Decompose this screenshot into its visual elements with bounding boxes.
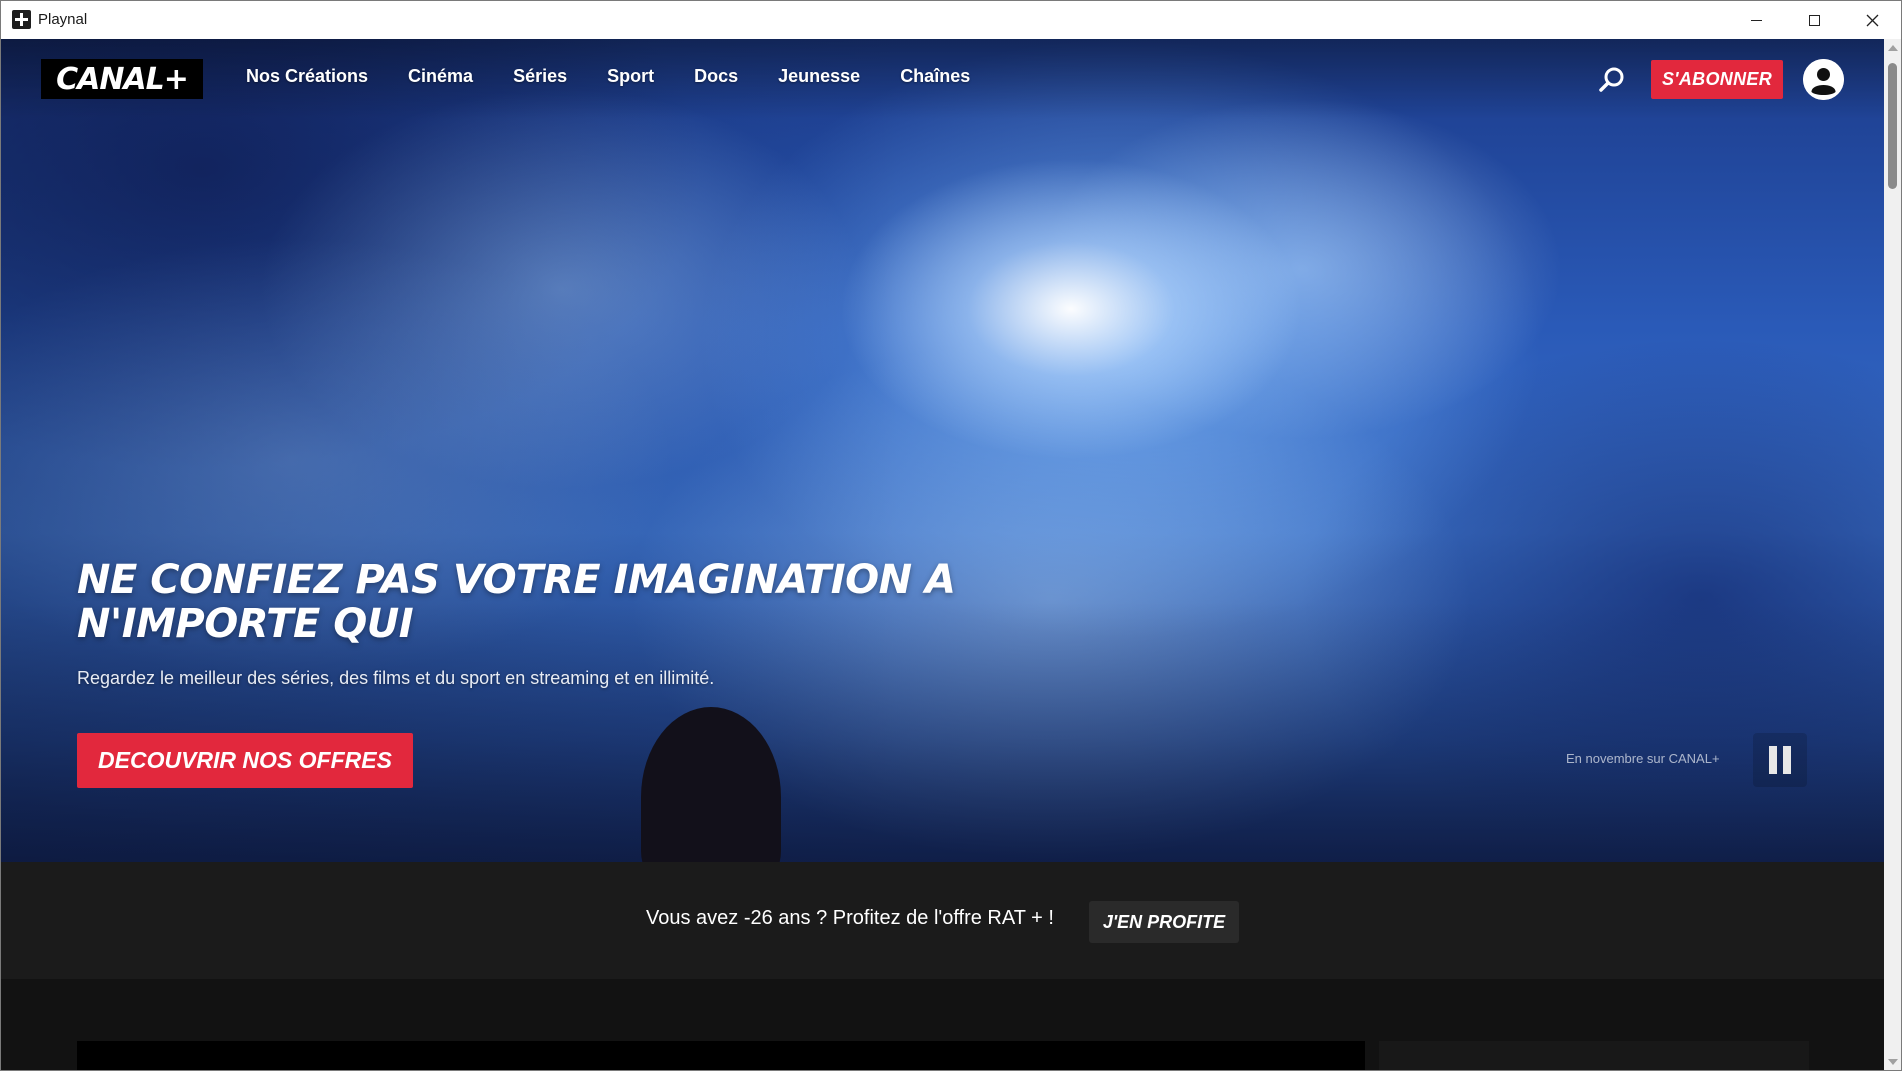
subscribe-button[interactable]: S'ABONNER	[1651, 60, 1783, 99]
maximize-button[interactable]	[1785, 1, 1843, 39]
close-button[interactable]	[1843, 1, 1901, 39]
nav-item-jeunesse[interactable]: Jeunesse	[778, 66, 860, 87]
hero-banner: CANAL+ Nos Créations Cinéma Séries Sport…	[1, 39, 1884, 862]
content-card-side[interactable]	[1379, 1041, 1809, 1070]
main-nav: Nos Créations Cinéma Séries Sport Docs J…	[246, 66, 1010, 87]
account-button[interactable]	[1803, 59, 1844, 100]
nav-item-docs[interactable]: Docs	[694, 66, 738, 87]
close-icon	[1866, 14, 1878, 26]
maximize-icon	[1808, 14, 1820, 26]
title-bar: Playnal	[1, 1, 1901, 39]
window-title: Playnal	[38, 11, 88, 28]
scroll-thumb[interactable]	[1888, 63, 1897, 189]
minimize-icon	[1750, 19, 1762, 21]
pause-icon	[1769, 746, 1791, 774]
nav-item-cinema[interactable]: Cinéma	[408, 66, 473, 87]
hero-caption: En novembre sur CANAL+	[1566, 751, 1720, 766]
content-card-main[interactable]	[77, 1041, 1365, 1070]
app-window: Playnal CANAL+ Nos Créations Cinéma Séri…	[0, 0, 1902, 1071]
app-icon	[12, 10, 31, 29]
youth-offer-button[interactable]: J'EN PROFITE	[1089, 901, 1239, 943]
discover-offers-button[interactable]: DECOUVRIR NOS OFFRES	[77, 733, 413, 788]
page-content: CANAL+ Nos Créations Cinéma Séries Sport…	[1, 39, 1884, 1070]
nav-item-nos-creations[interactable]: Nos Créations	[246, 66, 368, 87]
pause-button[interactable]	[1753, 733, 1807, 787]
canal-plus-logo[interactable]: CANAL+	[41, 59, 203, 99]
hero-title-line-1: NE CONFIEZ PAS VOTRE IMAGINATION A	[77, 557, 956, 603]
vertical-scrollbar[interactable]	[1884, 39, 1901, 1070]
user-icon	[1803, 59, 1844, 100]
scroll-up-icon[interactable]	[1888, 45, 1898, 51]
search-button[interactable]	[1597, 65, 1627, 95]
search-icon	[1599, 67, 1624, 92]
nav-item-chaines[interactable]: Chaînes	[900, 66, 970, 87]
top-navbar: CANAL+ Nos Créations Cinéma Séries Sport…	[1, 39, 1884, 119]
nav-item-series[interactable]: Séries	[513, 66, 567, 87]
hero-subtitle: Regardez le meilleur des séries, des fil…	[77, 668, 715, 688]
nav-item-sport[interactable]: Sport	[607, 66, 654, 87]
hero-title: NE CONFIEZ PAS VOTRE IMAGINATION A N'IMP…	[77, 558, 977, 646]
minimize-button[interactable]	[1727, 1, 1785, 39]
hero-title-line-2: N'IMPORTE QUI	[77, 601, 414, 647]
youth-offer-text: Vous avez -26 ans ? Profitez de l'offre …	[646, 907, 1054, 929]
scroll-down-icon[interactable]	[1888, 1059, 1898, 1065]
